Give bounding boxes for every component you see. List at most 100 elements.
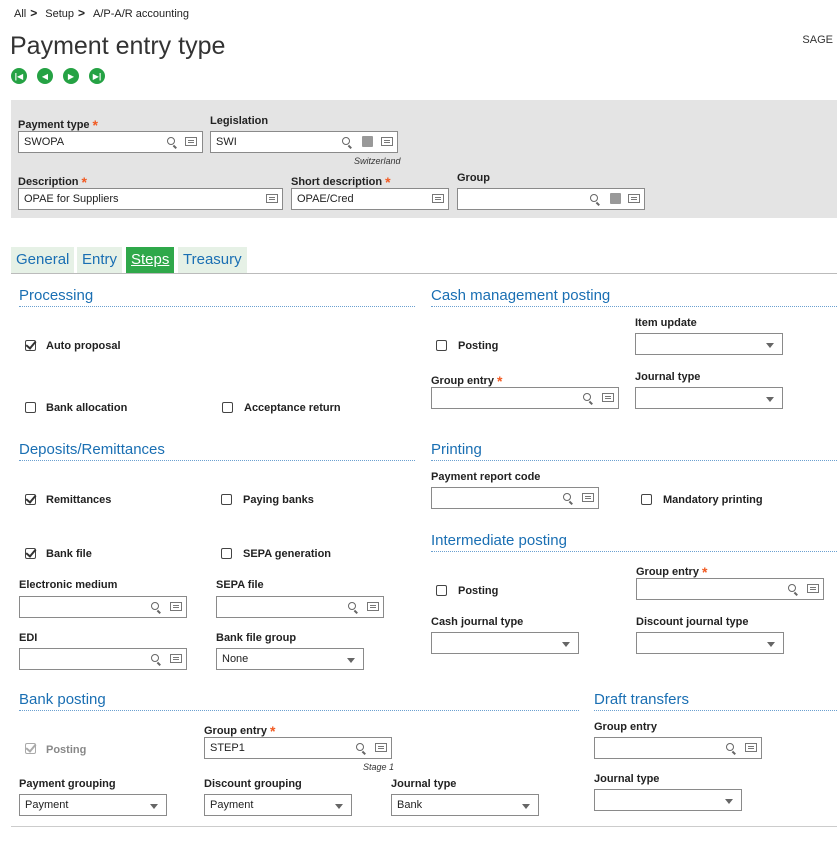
acceptance-return-label: Acceptance return [244,402,341,414]
tab-steps[interactable]: Steps [126,247,175,273]
chevron-down-icon [562,642,570,647]
details-icon[interactable] [745,743,757,752]
previous-record-icon[interactable]: ◀ [37,68,53,84]
short-description-field[interactable]: OPAE/Cred [291,188,449,210]
details-icon[interactable] [185,137,197,146]
details-icon[interactable] [432,194,444,203]
intermediate-posting-checkbox[interactable] [436,585,447,596]
tab-entry[interactable]: Entry [77,247,123,273]
search-icon[interactable] [348,602,356,610]
mandatory-printing-checkbox[interactable] [641,494,652,505]
remittances-checkbox[interactable] [25,494,36,505]
last-record-icon[interactable]: ▶| [89,68,105,84]
search-icon[interactable] [356,743,364,751]
chevron-down-icon [150,804,158,809]
breadcrumb-item-setup[interactable]: Setup [45,8,74,20]
discount-journal-type-select[interactable] [636,632,784,654]
search-icon[interactable] [151,654,159,662]
mandatory-printing-label: Mandatory printing [663,494,763,506]
item-update-label: Item update [635,317,697,329]
auto-proposal-label: Auto proposal [46,340,121,352]
payment-type-field[interactable]: SWOPA [18,131,203,153]
intermediate-group-entry-field[interactable] [636,578,824,600]
payment-grouping-value: Payment [25,799,69,811]
bank-file-group-label: Bank file group [216,632,297,644]
intermediate-posting-label: Posting [458,585,499,597]
cash-posting-checkbox[interactable] [436,340,447,351]
section-divider [431,551,837,553]
sepa-file-field[interactable] [216,596,384,618]
section-divider [19,710,579,712]
section-divider [19,306,415,308]
bank-journal-type-select[interactable]: Bank [391,794,539,816]
item-update-select[interactable] [635,333,783,355]
search-icon[interactable] [342,137,350,145]
search-icon[interactable] [590,194,598,202]
search-icon[interactable] [788,584,796,592]
payment-grouping-select[interactable]: Payment [19,794,167,816]
details-icon[interactable] [381,137,393,146]
search-icon[interactable] [167,137,175,145]
payment-type-value: SWOPA [24,136,65,148]
details-icon[interactable] [170,602,182,611]
draft-journal-type-select[interactable] [594,789,742,811]
deposits-title: Deposits/Remittances [19,441,165,458]
chevron-down-icon [522,804,530,809]
search-icon[interactable] [726,743,734,751]
details-icon[interactable] [602,393,614,402]
bank-file-checkbox[interactable] [25,548,36,559]
legislation-label: Legislation [210,115,269,127]
acceptance-return-checkbox[interactable] [222,402,233,413]
auto-proposal-checkbox[interactable] [25,340,36,351]
link-icon[interactable] [610,193,621,204]
link-icon[interactable] [362,136,373,147]
intermediate-title: Intermediate posting [431,532,567,549]
details-icon[interactable] [367,602,379,611]
search-icon[interactable] [583,393,591,401]
search-icon[interactable] [563,493,571,501]
cash-group-entry-field[interactable] [431,387,619,409]
details-icon[interactable] [266,194,278,203]
edi-field[interactable] [19,648,187,670]
legislation-field[interactable]: SWI [210,131,398,153]
details-icon[interactable] [582,493,594,502]
group-field[interactable] [457,188,645,210]
breadcrumb-item-all[interactable]: All [14,8,26,20]
section-divider [594,710,837,712]
sepa-file-label: SEPA file [216,579,264,591]
paying-banks-checkbox[interactable] [221,494,232,505]
tab-treasury[interactable]: Treasury [178,247,247,273]
bank-file-group-select[interactable]: None [216,648,364,670]
electronic-medium-field[interactable] [19,596,187,618]
cash-journal-type-label: Cash journal type [431,616,524,628]
details-icon[interactable] [628,194,640,203]
first-record-icon[interactable]: |◀ [11,68,27,84]
app-name: SAGE [802,34,833,46]
bank-journal-type-label: Journal type [391,778,457,790]
cash-journal-type-select[interactable] [431,632,579,654]
processing-title: Processing [19,287,94,304]
section-divider [431,460,837,462]
payment-report-code-field[interactable] [431,487,599,509]
tab-divider [11,273,837,274]
sepa-generation-checkbox[interactable] [221,548,232,559]
description-field[interactable]: OPAE for Suppliers [18,188,283,210]
description-label: Description * [18,174,87,190]
bank-allocation-checkbox[interactable] [25,402,36,413]
breadcrumb-item-apar[interactable]: A/P-A/R accounting [93,8,189,20]
bank-file-group-value: None [222,653,249,665]
tab-general[interactable]: General [11,247,75,273]
details-icon[interactable] [807,584,819,593]
bank-group-entry-field[interactable]: STEP1 [204,737,392,759]
cash-journal-type-select[interactable] [635,387,783,409]
details-icon[interactable] [375,743,387,752]
description-value: OPAE for Suppliers [24,193,119,205]
paying-banks-label: Paying banks [243,494,314,506]
cash-management-title: Cash management posting [431,287,611,304]
draft-group-entry-field[interactable] [594,737,762,759]
details-icon[interactable] [170,654,182,663]
discount-grouping-select[interactable]: Payment [204,794,352,816]
next-record-icon[interactable]: ▶ [63,68,79,84]
search-icon[interactable] [151,602,159,610]
edi-label: EDI [19,632,38,644]
